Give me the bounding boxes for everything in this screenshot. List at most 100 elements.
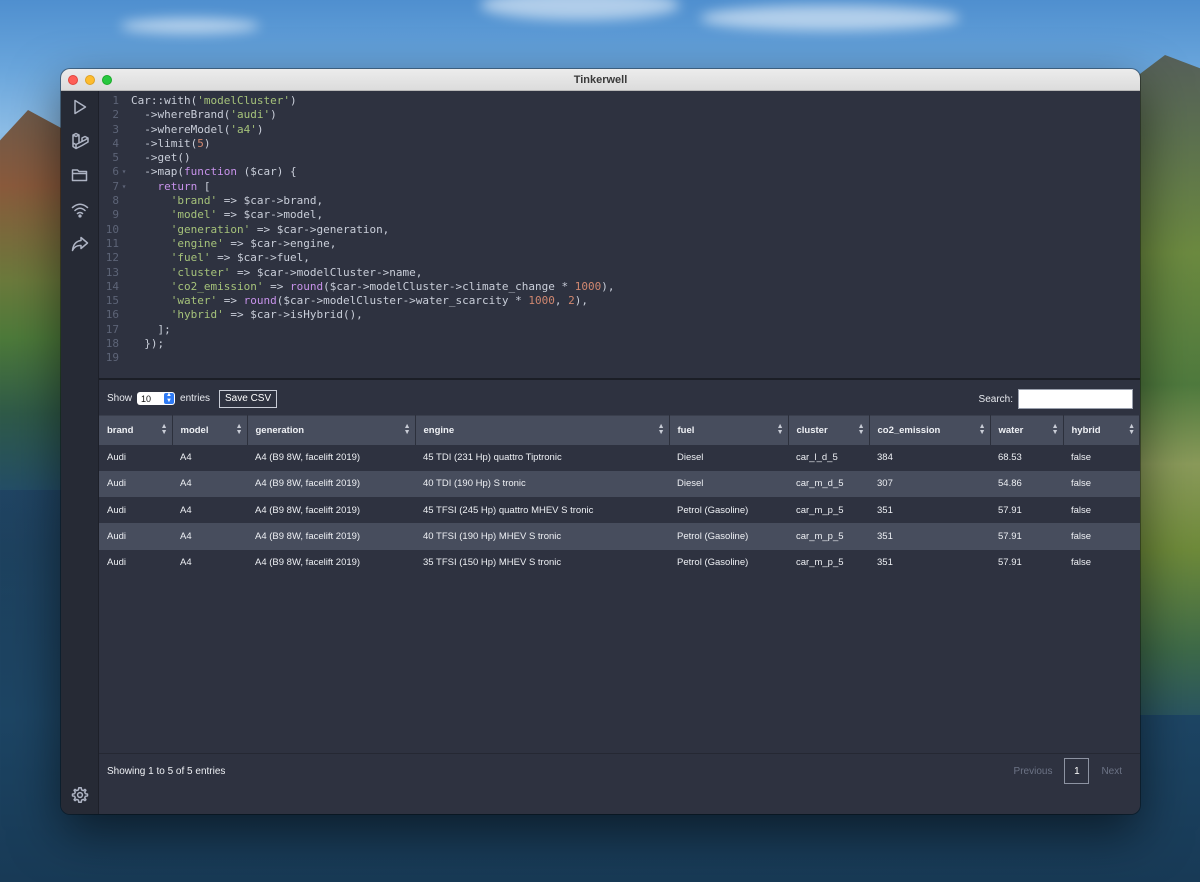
minimize-window-button[interactable] xyxy=(85,75,95,85)
code-line[interactable]: 3 ->whereModel('a4') xyxy=(99,123,1140,137)
code-editor[interactable]: 1 Car::with('modelCluster') 2 ->whereBrand… xyxy=(99,91,1140,380)
code-token: => $car->isHybrid(), xyxy=(223,308,363,322)
table-row[interactable]: Audi A4 A4 (B9 8W, facelift 2019) 45 TFSI (… xyxy=(99,497,1140,524)
fold-toggle-icon xyxy=(119,351,129,365)
code-line[interactable]: 16 'hybrid' => $car->isHybrid(), xyxy=(99,308,1140,322)
code-token: ) xyxy=(289,94,297,107)
code-text: 'generation' => $car->generation, xyxy=(129,222,390,237)
settings-button[interactable] xyxy=(69,784,91,806)
cell-brand: Audi xyxy=(107,531,127,543)
code-token: ), xyxy=(601,279,615,293)
cell-fuel: Petrol (Gasoline) xyxy=(677,531,749,543)
window-title: Tinkerwell xyxy=(573,73,628,86)
remote-connection-button[interactable] xyxy=(69,199,91,221)
close-window-button[interactable] xyxy=(68,75,78,85)
column-header-label: water xyxy=(998,424,1024,436)
code-line[interactable]: 13 'cluster' => $car->modelCluster->name… xyxy=(99,266,1140,280)
sort-arrows-icon: ▲ ▼ xyxy=(857,423,865,436)
code-token: ($car->modelCluster->climate_change * xyxy=(323,279,575,293)
code-line[interactable]: 5 ->get() xyxy=(99,151,1140,165)
entries-select[interactable]: 10 ▲ ▼ xyxy=(137,392,176,405)
sidebar xyxy=(61,91,99,814)
share-button[interactable] xyxy=(69,233,91,255)
column-header-label: model xyxy=(180,424,209,436)
fold-toggle-icon xyxy=(119,123,129,137)
cell-engine: 45 TFSI (245 Hp) quattro MHEV S tronic xyxy=(423,504,594,516)
column-header-generation[interactable]: generation ▲ ▼ xyxy=(247,415,416,445)
code-line[interactable]: 12 'fuel' => $car->fuel, xyxy=(99,251,1140,265)
code-line[interactable]: 9 'model' => $car->model, xyxy=(99,208,1140,222)
line-number: 9 xyxy=(112,208,119,222)
page-length-control: Show 10 ▲ ▼ entries xyxy=(107,392,210,405)
page-1-button[interactable]: 1 xyxy=(1064,758,1090,784)
table-row[interactable]: Audi A4 A4 (B9 8W, facelift 2019) 40 TFSI (… xyxy=(99,523,1140,550)
code-token: ($car) { xyxy=(236,165,297,179)
code-line[interactable]: 11 'engine' => $car->engine, xyxy=(99,237,1140,251)
code-token: => xyxy=(263,279,290,293)
sort-arrows-icon: ▲ ▼ xyxy=(776,423,784,436)
previous-page-button[interactable]: Previous xyxy=(1014,766,1053,777)
code-text: 'hybrid' => $car->isHybrid(), xyxy=(129,308,363,322)
next-page-button[interactable]: Next xyxy=(1101,766,1122,777)
column-header-hybrid[interactable]: hybrid ▲ ▼ xyxy=(1063,415,1140,445)
code-line[interactable]: 17 ]; xyxy=(99,323,1140,337)
column-header-co2_emission[interactable]: co2_emission ▲ ▼ xyxy=(869,415,991,445)
code-line[interactable]: 10 'generation' => $car->generation, xyxy=(99,223,1140,237)
fold-toggle-icon xyxy=(119,223,129,237)
window-controls xyxy=(68,75,112,85)
share-icon xyxy=(71,236,89,252)
code-token: => $car->generation, xyxy=(250,222,390,236)
cell-engine: 35 TFSI (150 Hp) MHEV S tronic xyxy=(423,557,562,569)
code-line[interactable]: 19 xyxy=(99,351,1140,365)
code-line[interactable]: 18 }); xyxy=(99,337,1140,351)
code-text: Car::with('modelCluster') xyxy=(129,94,297,108)
cell-model: A4 xyxy=(180,531,192,543)
laravel-button[interactable] xyxy=(69,130,91,152)
fold-toggle-icon[interactable]: ▾ xyxy=(119,180,129,194)
fold-toggle-icon xyxy=(119,137,129,151)
table-row[interactable]: Audi A4 A4 (B9 8W, facelift 2019) 45 TDI (2… xyxy=(99,444,1140,471)
code-text: 'engine' => $car->engine, xyxy=(129,236,337,251)
code-line[interactable]: 14 'co2_emission' => round($car->modelCl… xyxy=(99,280,1140,294)
column-header-cluster[interactable]: cluster ▲ ▼ xyxy=(788,415,870,445)
open-file-button[interactable] xyxy=(69,164,91,186)
code-token: 'cluster' xyxy=(170,265,231,279)
code-line[interactable]: 15 'water' => round($car->modelCluster->… xyxy=(99,294,1140,308)
column-header-model[interactable]: model ▲ ▼ xyxy=(172,415,248,445)
code-token: => $car->modelCluster->name, xyxy=(230,265,423,279)
cell-brand: Audi xyxy=(107,452,127,464)
code-text: 'fuel' => $car->fuel, xyxy=(129,251,310,265)
column-header-label: fuel xyxy=(677,424,695,436)
code-line[interactable]: 1 Car::with('modelCluster') xyxy=(99,94,1140,108)
table-row[interactable]: Audi A4 A4 (B9 8W, facelift 2019) 40 TDI (1… xyxy=(99,470,1140,498)
cell-generation: A4 (B9 8W, facelift 2019) xyxy=(255,452,361,464)
save-csv-button[interactable]: Save CSV xyxy=(219,390,278,408)
code-token: => $car->brand, xyxy=(217,194,324,208)
line-number: 19 xyxy=(105,351,119,365)
maximize-window-button[interactable] xyxy=(102,75,112,85)
sort-arrows-icon: ▲ ▼ xyxy=(403,423,411,436)
code-token: 'engine' xyxy=(170,236,224,250)
code-line[interactable]: 6 ▾ ->map(function ($car) { xyxy=(99,165,1140,179)
column-header-label: co2_emission xyxy=(877,424,941,436)
code-text: ]; xyxy=(129,323,170,337)
code-line[interactable]: 4 ->limit(5) xyxy=(99,137,1140,151)
column-header-engine[interactable]: engine ▲ ▼ xyxy=(415,415,670,445)
run-button[interactable] xyxy=(69,96,91,118)
column-header-water[interactable]: water ▲ ▼ xyxy=(990,415,1064,445)
code-line[interactable]: 8 'brand' => $car->brand, xyxy=(99,194,1140,208)
line-number: 6 xyxy=(112,165,119,179)
entries-select-value: 10 xyxy=(141,393,152,404)
code-line[interactable]: 7 ▾ return [ xyxy=(99,180,1140,194)
column-header-brand[interactable]: brand ▲ ▼ xyxy=(99,415,173,445)
code-line[interactable]: 2 ->whereBrand('audi') xyxy=(99,108,1140,122)
fold-toggle-icon[interactable]: ▾ xyxy=(119,165,129,179)
cell-brand: Audi xyxy=(107,478,127,490)
code-token: 1000 xyxy=(574,279,602,293)
table-row[interactable]: Audi A4 A4 (B9 8W, facelift 2019) 35 TFSI (… xyxy=(99,549,1140,576)
cell-hybrid: false xyxy=(1071,452,1092,464)
column-header-fuel[interactable]: fuel ▲ ▼ xyxy=(669,415,789,445)
code-token: ->limit( xyxy=(131,136,198,150)
cell-cluster: car_m_d_5 xyxy=(796,478,844,490)
search-input[interactable] xyxy=(1018,389,1133,409)
